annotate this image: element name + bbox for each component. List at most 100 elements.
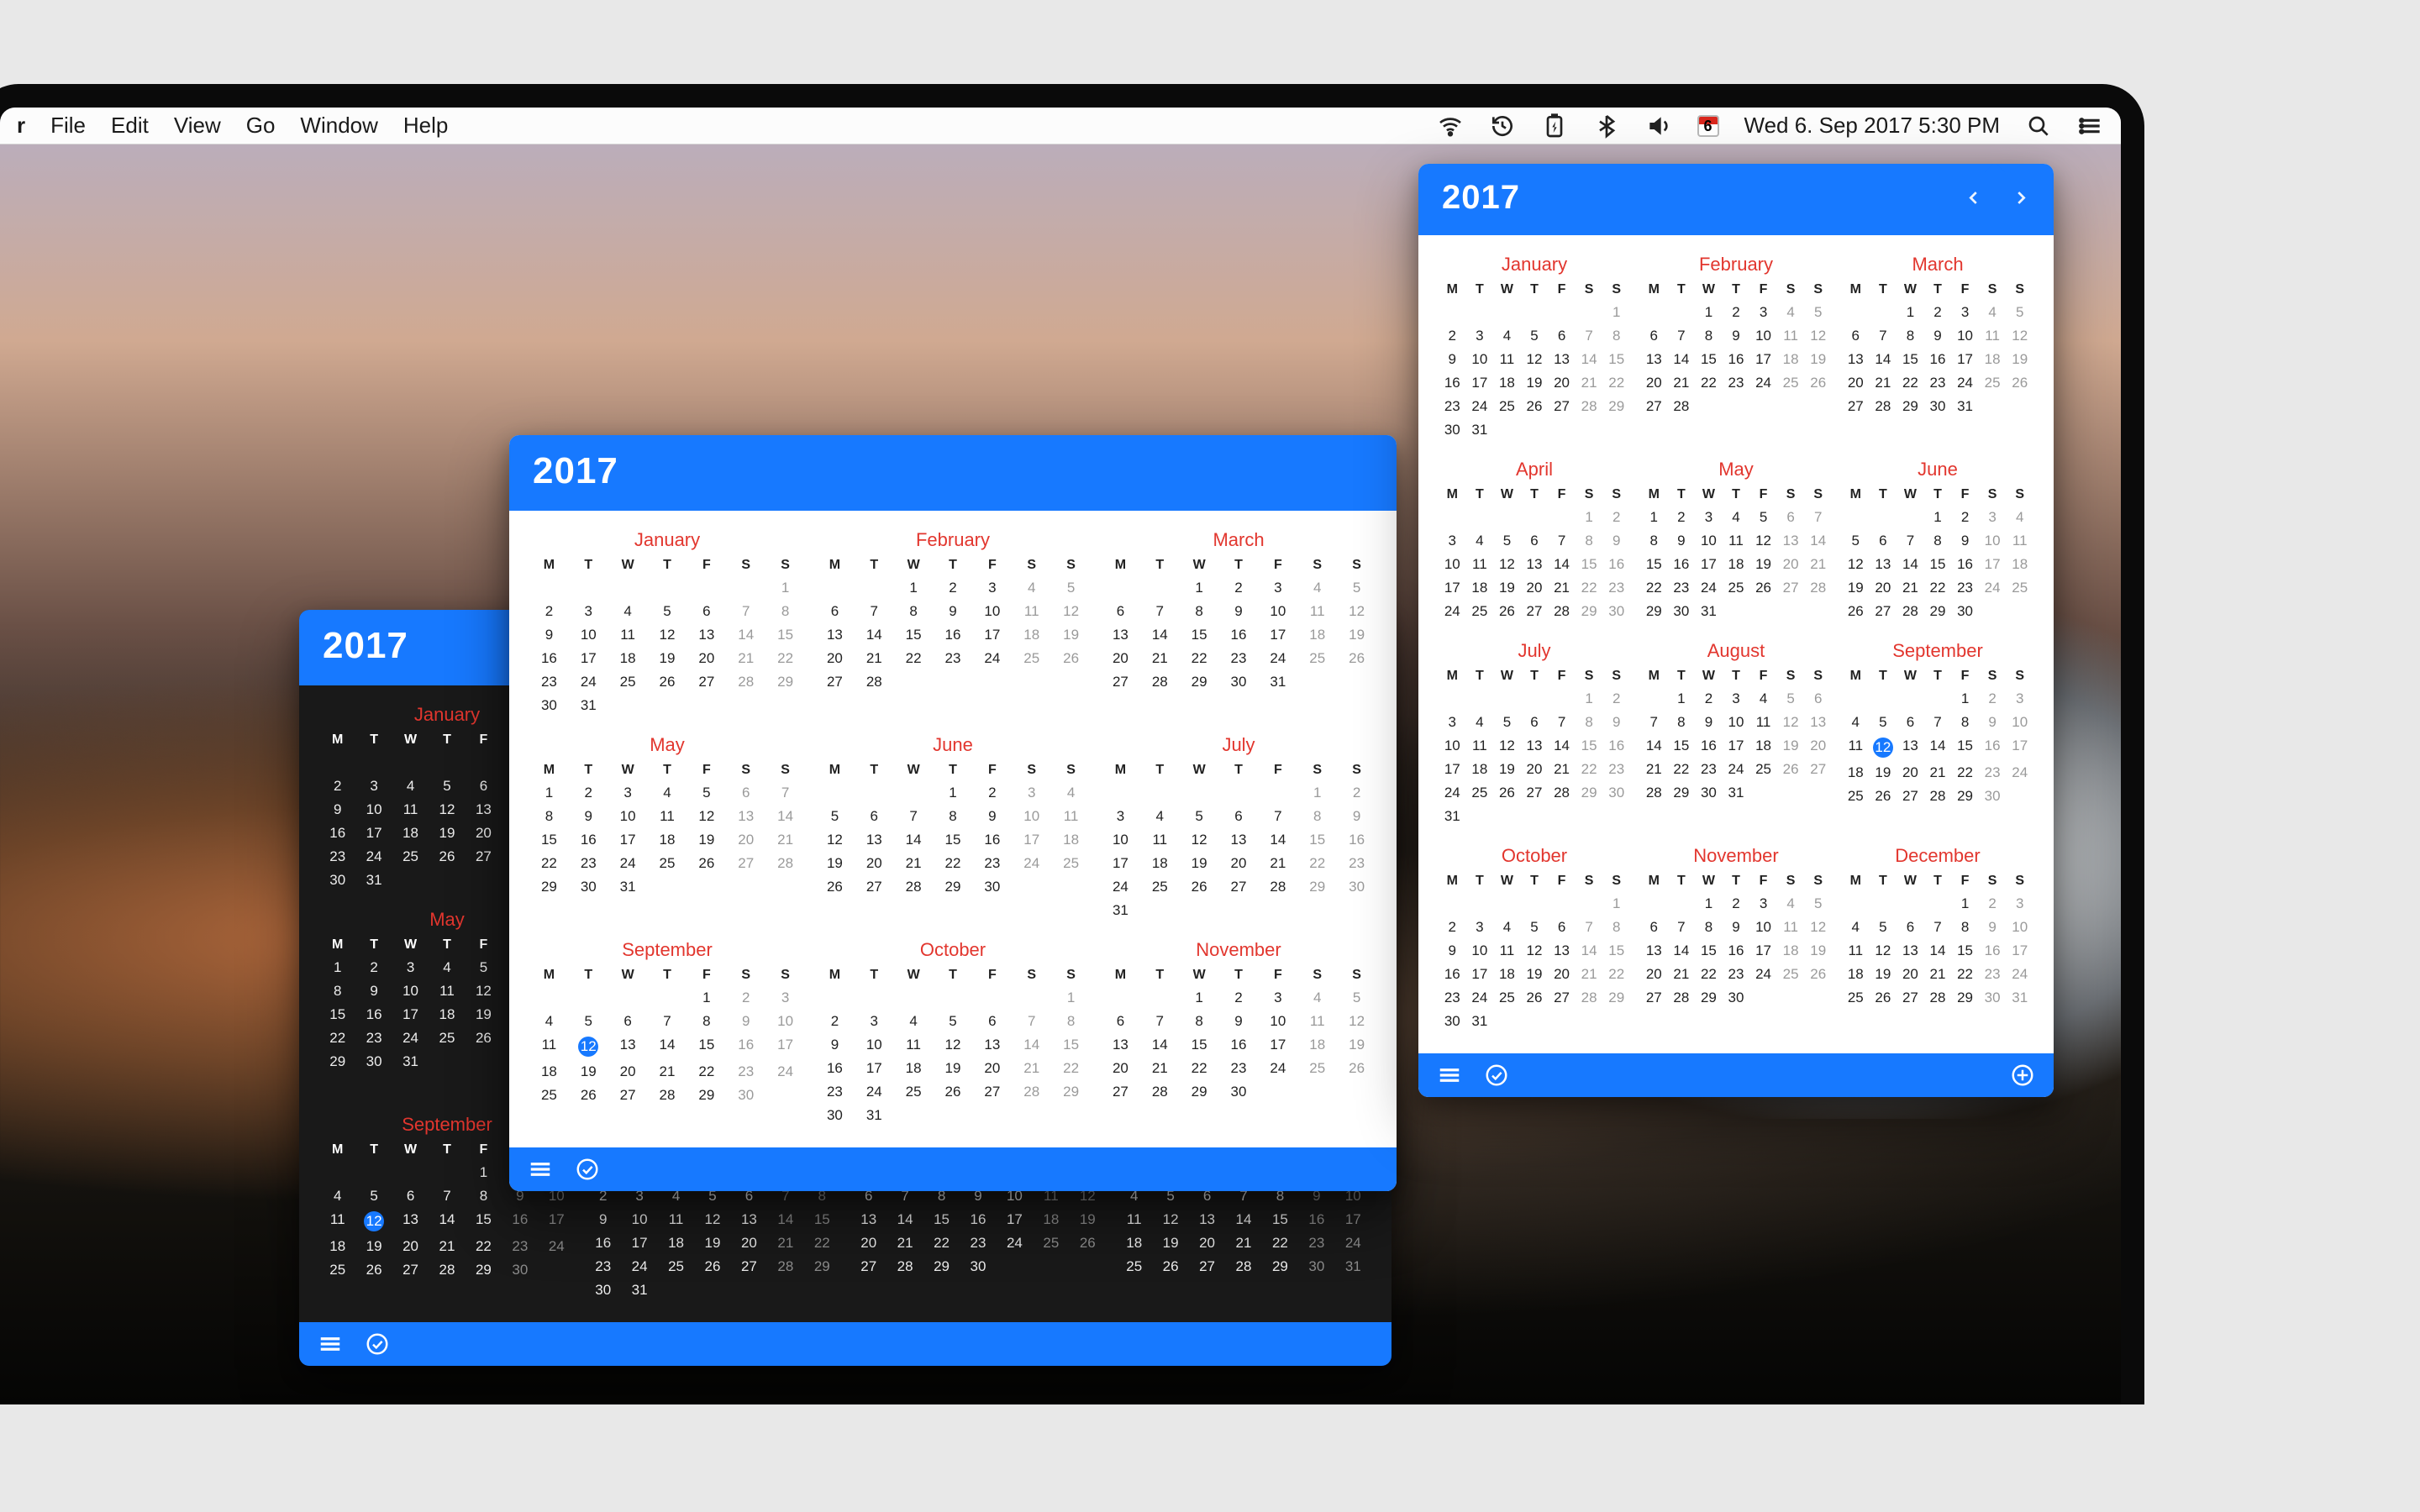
day-cell[interactable]: 2: [1219, 576, 1259, 600]
day-cell[interactable]: 6: [1640, 916, 1668, 939]
day-cell[interactable]: 9: [1924, 324, 1952, 348]
day-cell[interactable]: 1: [1051, 986, 1091, 1010]
day-cell[interactable]: 6: [1548, 324, 1576, 348]
day-cell[interactable]: 26: [648, 670, 687, 694]
day-cell[interactable]: 11: [1012, 600, 1051, 623]
day-cell[interactable]: 11: [894, 1033, 934, 1057]
day-cell[interactable]: 23: [1439, 986, 1466, 1010]
day-cell[interactable]: 10: [608, 805, 648, 828]
day-cell[interactable]: 18: [392, 822, 429, 845]
day-cell[interactable]: 16: [972, 828, 1012, 852]
day-cell[interactable]: 24: [392, 1026, 429, 1050]
day-cell[interactable]: 4: [1723, 506, 1750, 529]
day-cell[interactable]: 15: [1297, 828, 1337, 852]
day-cell[interactable]: 27: [1640, 395, 1668, 418]
day-cell[interactable]: 25: [1466, 600, 1494, 623]
day-cell[interactable]: 21: [767, 1231, 803, 1255]
day-cell[interactable]: 4: [1297, 986, 1337, 1010]
day-cell[interactable]: 13: [1897, 734, 1924, 761]
day-cell[interactable]: 29: [1297, 875, 1337, 899]
day-cell[interactable]: 16: [1298, 1208, 1334, 1231]
day-cell[interactable]: 10: [855, 1033, 894, 1057]
day-cell[interactable]: 6: [466, 774, 502, 798]
day-cell[interactable]: 15: [1640, 553, 1668, 576]
day-cell[interactable]: 25: [1116, 1255, 1152, 1278]
day-cell[interactable]: 31: [2006, 986, 2033, 1010]
day-cell[interactable]: 16: [1979, 734, 2007, 761]
day-cell[interactable]: 19: [1521, 371, 1549, 395]
day-cell[interactable]: 30: [1951, 600, 1979, 623]
day-cell[interactable]: 8: [1576, 711, 1603, 734]
day-cell[interactable]: 22: [1602, 963, 1630, 986]
day-cell[interactable]: 28: [1576, 986, 1603, 1010]
day-cell[interactable]: 4: [1493, 916, 1521, 939]
day-cell[interactable]: 13: [1521, 734, 1549, 758]
day-cell[interactable]: 19: [815, 852, 855, 875]
day-cell[interactable]: 18: [1777, 348, 1805, 371]
day-cell[interactable]: 30: [1979, 785, 2007, 808]
day-cell[interactable]: 24: [1951, 371, 1979, 395]
day-cell[interactable]: 22: [1180, 1057, 1219, 1080]
day-cell[interactable]: 27: [1101, 1080, 1140, 1104]
day-cell[interactable]: 4: [1493, 324, 1521, 348]
day-cell[interactable]: 24: [1466, 395, 1494, 418]
day-cell[interactable]: 27: [972, 1080, 1012, 1104]
day-cell[interactable]: 16: [1602, 553, 1630, 576]
day-cell[interactable]: 2: [355, 956, 392, 979]
day-cell[interactable]: 20: [1897, 761, 1924, 785]
day-cell[interactable]: 24: [569, 670, 608, 694]
day-cell[interactable]: 28: [894, 875, 934, 899]
day-cell[interactable]: 23: [1979, 963, 2007, 986]
day-cell[interactable]: 27: [850, 1255, 886, 1278]
day-cell[interactable]: 29: [804, 1255, 840, 1278]
day-cell[interactable]: 15: [934, 828, 973, 852]
day-cell[interactable]: 5: [569, 1010, 608, 1033]
day-cell[interactable]: 21: [1897, 576, 1924, 600]
day-cell[interactable]: 3: [608, 781, 648, 805]
day-cell[interactable]: 28: [648, 1084, 687, 1107]
day-cell[interactable]: 21: [1924, 963, 1952, 986]
day-cell[interactable]: 25: [1749, 758, 1777, 781]
day-cell[interactable]: 27: [1101, 670, 1140, 694]
menu-window[interactable]: Window: [300, 113, 377, 139]
day-cell[interactable]: 25: [319, 1258, 355, 1282]
day-cell[interactable]: 24: [1258, 647, 1297, 670]
day-cell[interactable]: 24: [1749, 371, 1777, 395]
day-cell[interactable]: 13: [392, 1208, 429, 1235]
day-cell[interactable]: 22: [687, 1060, 726, 1084]
day-cell[interactable]: 26: [1804, 371, 1832, 395]
day-cell[interactable]: 23: [1337, 852, 1376, 875]
day-cell[interactable]: 14: [1548, 734, 1576, 758]
window-header[interactable]: 2017: [509, 435, 1397, 511]
day-cell[interactable]: 21: [1140, 1057, 1180, 1080]
day-cell[interactable]: 23: [355, 1026, 392, 1050]
day-cell[interactable]: 23: [1668, 576, 1696, 600]
day-cell[interactable]: 21: [894, 852, 934, 875]
check-circle-icon[interactable]: [365, 1331, 390, 1357]
day-cell[interactable]: 8: [1668, 711, 1696, 734]
day-cell[interactable]: 6: [1521, 711, 1549, 734]
day-cell[interactable]: 23: [585, 1255, 621, 1278]
day-cell[interactable]: 8: [1180, 600, 1219, 623]
day-cell[interactable]: 12: [1842, 553, 1870, 576]
day-cell[interactable]: 12: [1493, 734, 1521, 758]
day-cell[interactable]: 25: [529, 1084, 569, 1107]
day-cell[interactable]: 13: [1842, 348, 1870, 371]
day-cell[interactable]: 21: [1640, 758, 1668, 781]
day-cell[interactable]: 6: [608, 1010, 648, 1033]
day-cell[interactable]: 3: [1101, 805, 1140, 828]
day-cell[interactable]: 2: [1723, 892, 1750, 916]
day-cell[interactable]: 8: [765, 600, 805, 623]
day-cell[interactable]: 27: [1804, 758, 1832, 781]
day-cell[interactable]: 7: [1640, 711, 1668, 734]
day-cell[interactable]: 2: [1602, 506, 1630, 529]
day-cell[interactable]: 1: [1180, 576, 1219, 600]
day-cell[interactable]: 3: [1466, 916, 1494, 939]
day-cell[interactable]: 22: [1297, 852, 1337, 875]
day-cell[interactable]: 9: [1337, 805, 1376, 828]
day-cell[interactable]: 15: [466, 1208, 502, 1235]
day-cell[interactable]: 26: [1051, 647, 1091, 670]
day-cell[interactable]: 11: [1051, 805, 1091, 828]
day-cell[interactable]: 6: [1640, 324, 1668, 348]
day-cell[interactable]: 12: [1870, 939, 1897, 963]
